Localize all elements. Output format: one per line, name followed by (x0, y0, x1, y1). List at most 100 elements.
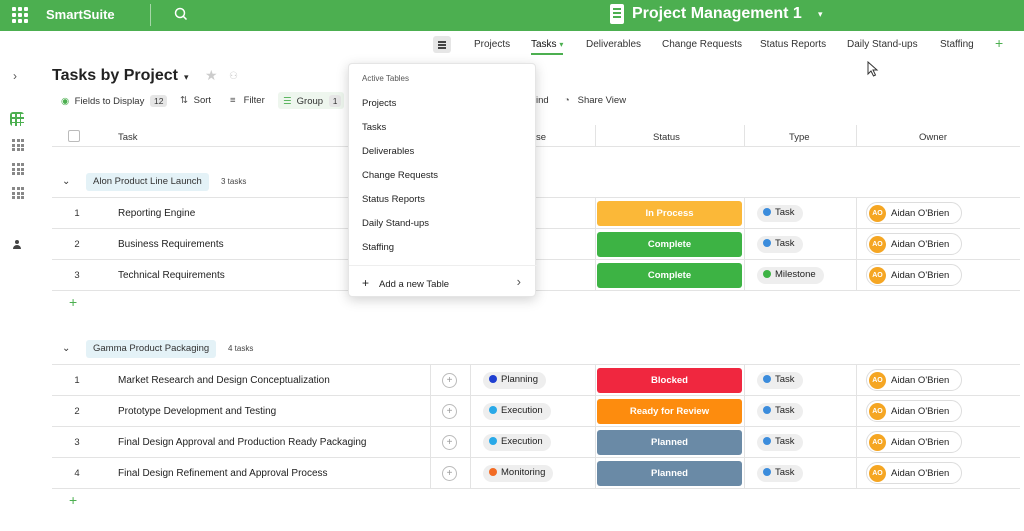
dropdown-item-deliverables[interactable]: Deliverables (362, 146, 414, 157)
table-row[interactable]: 2 Prototype Development and Testing + Ex… (52, 396, 1020, 427)
type-pill[interactable]: Task (757, 372, 803, 389)
group-button-content[interactable]: ☰ Group 1 (283, 95, 342, 107)
type-pill[interactable]: Task (757, 205, 803, 222)
status-badge[interactable]: Complete (597, 263, 742, 288)
type-label: Task (775, 374, 795, 385)
view-chevron-down-icon[interactable]: ▾ (184, 72, 189, 83)
phase-pill[interactable]: Execution (483, 434, 551, 451)
column-header-task[interactable]: Task (118, 132, 138, 143)
tab-daily-stand-ups[interactable]: Daily Stand-ups (847, 39, 918, 50)
tab-change-requests[interactable]: Change Requests (662, 39, 742, 50)
table-row[interactable]: 4 Final Design Refinement and Approval P… (52, 458, 1020, 489)
task-name[interactable]: Market Research and Design Conceptualiza… (118, 375, 330, 386)
task-name[interactable]: Reporting Engine (118, 208, 195, 219)
type-pill[interactable]: Task (757, 465, 803, 482)
cell-divider (856, 365, 857, 396)
task-name[interactable]: Business Requirements (118, 239, 224, 250)
task-name[interactable]: Final Design Refinement and Approval Pro… (118, 468, 328, 479)
cell-divider (595, 198, 596, 229)
status-badge[interactable]: Complete (597, 232, 742, 257)
tab-projects[interactable]: Projects (474, 39, 510, 50)
select-all-checkbox[interactable] (68, 130, 80, 142)
chevron-right-icon[interactable]: › (517, 274, 521, 289)
dropdown-item-projects[interactable]: Projects (362, 98, 396, 109)
card-view-icon[interactable] (10, 137, 24, 151)
dropdown-item-staffing[interactable]: Staffing (362, 242, 394, 253)
add-record-button[interactable]: + (69, 492, 77, 508)
column-divider (744, 125, 745, 147)
grid-view-icon[interactable] (10, 112, 24, 126)
dropdown-item-change-requests[interactable]: Change Requests (362, 170, 438, 181)
solution-chevron-down-icon[interactable]: ▾ (818, 9, 823, 20)
app-grid-icon[interactable] (12, 7, 28, 23)
view-title[interactable]: Tasks by Project (52, 67, 178, 85)
status-badge[interactable]: Blocked (597, 368, 742, 393)
dropdown-item-tasks[interactable]: Tasks (362, 122, 386, 133)
favorite-star-icon[interactable]: ★ (205, 67, 218, 84)
table-row[interactable]: 3 Final Design Approval and Production R… (52, 427, 1020, 458)
map-view-icon[interactable] (10, 185, 24, 199)
type-pill[interactable]: Task (757, 434, 803, 451)
add-comment-icon[interactable]: + (442, 373, 457, 388)
status-badge[interactable]: Ready for Review (597, 399, 742, 424)
owner-chip[interactable]: AO Aidan O'Brien (866, 264, 962, 286)
dropdown-item-daily-stand-ups[interactable]: Daily Stand-ups (362, 218, 429, 229)
status-badge[interactable]: Planned (597, 430, 742, 455)
status-badge[interactable]: Planned (597, 461, 742, 486)
dropdown-item-status-reports[interactable]: Status Reports (362, 194, 425, 205)
add-comment-icon[interactable]: + (442, 435, 457, 450)
task-name[interactable]: Final Design Approval and Production Rea… (118, 437, 367, 448)
phase-pill[interactable]: Execution (483, 403, 551, 420)
top-bar: SmartSuite Project Management 1 ▾ (0, 0, 1024, 31)
tab-staffing[interactable]: Staffing (940, 39, 974, 50)
type-pill[interactable]: Task (757, 403, 803, 420)
add-tab-button[interactable]: + (995, 35, 1003, 51)
table-row[interactable]: 1 Reporting Engine on In Process Task AO… (52, 198, 1020, 229)
status-badge[interactable]: In Process (597, 201, 742, 226)
task-name[interactable]: Technical Requirements (118, 270, 225, 281)
type-pill[interactable]: Milestone (757, 267, 824, 284)
owner-chip[interactable]: AO Aidan O'Brien (866, 431, 962, 453)
filter-button[interactable]: ≡ Filter (230, 95, 265, 106)
owner-chip[interactable]: AO Aidan O'Brien (866, 462, 962, 484)
solution-title[interactable]: Project Management 1 (632, 5, 802, 23)
phase-pill[interactable]: Planning (483, 372, 546, 389)
add-comment-icon[interactable]: + (442, 404, 457, 419)
type-dot-icon (763, 437, 771, 445)
table-row[interactable]: 1 Market Research and Design Conceptuali… (52, 365, 1020, 396)
collapse-chevron-icon[interactable]: ⌄ (62, 176, 70, 187)
add-record-button[interactable]: + (69, 294, 77, 310)
column-header-owner[interactable]: Owner (919, 132, 947, 143)
group-rows: 1 Reporting Engine on In Process Task AO… (52, 197, 1020, 291)
tab-tasks[interactable]: Tasks ▾ (531, 39, 563, 50)
fields-to-display-button[interactable]: ◉ Fields to Display 12 (61, 95, 168, 107)
user-icon[interactable] (12, 240, 22, 250)
owner-chip[interactable]: AO Aidan O'Brien (866, 369, 962, 391)
column-header-status[interactable]: Status (653, 132, 680, 143)
expand-sidebar-icon[interactable]: › (13, 69, 17, 83)
type-pill[interactable]: Task (757, 236, 803, 253)
sort-button[interactable]: ⇅ Sort (180, 95, 211, 106)
task-name[interactable]: Prototype Development and Testing (118, 406, 276, 417)
tab-status-reports[interactable]: Status Reports (760, 39, 826, 50)
find-button[interactable]: ind (536, 95, 549, 106)
tab-deliverables[interactable]: Deliverables (586, 39, 641, 50)
add-comment-icon[interactable]: + (442, 466, 457, 481)
column-header-phase[interactable]: se (536, 132, 546, 143)
owner-chip[interactable]: AO Aidan O'Brien (866, 202, 962, 224)
table-row[interactable]: 2 Business Requirements g Complete Task … (52, 229, 1020, 260)
search-icon[interactable] (173, 6, 189, 22)
share-people-icon[interactable]: ⚇ (229, 71, 238, 82)
collapse-chevron-icon[interactable]: ⌄ (62, 343, 70, 354)
type-dot-icon (763, 270, 771, 278)
column-header-type[interactable]: Type (789, 132, 810, 143)
tables-menu-button[interactable] (433, 36, 451, 53)
phase-pill[interactable]: Monitoring (483, 465, 554, 482)
add-new-table-button[interactable]: + Add a new Table (362, 276, 449, 290)
row-number: 3 (74, 270, 80, 281)
owner-chip[interactable]: AO Aidan O'Brien (866, 233, 962, 255)
brand-logo[interactable]: SmartSuite (46, 7, 115, 22)
kanban-view-icon[interactable] (10, 161, 24, 175)
owner-chip[interactable]: AO Aidan O'Brien (866, 400, 962, 422)
share-view-button[interactable]: ◔ Share View (564, 95, 626, 106)
